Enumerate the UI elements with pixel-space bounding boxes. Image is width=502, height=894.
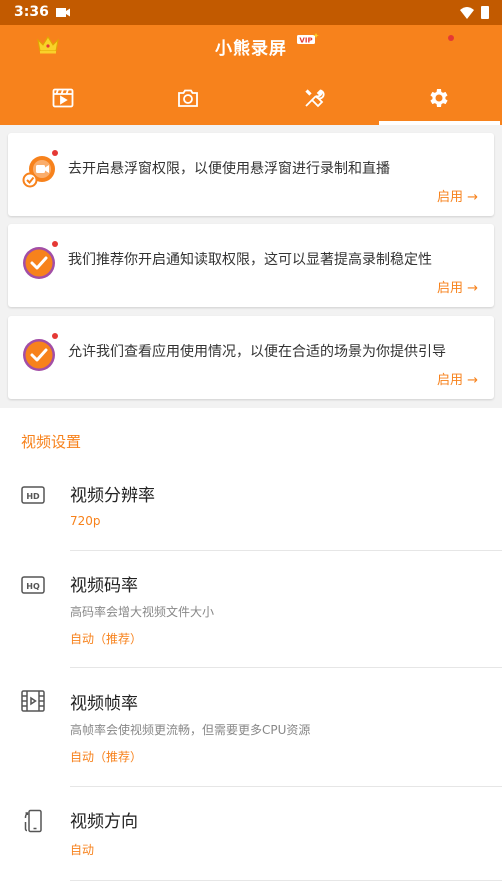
permission-card-floating-window[interactable]: 去开启悬浮窗权限，以便使用悬浮窗进行录制和直播 启用 → xyxy=(8,133,494,216)
svg-text:VIP: VIP xyxy=(299,37,312,45)
setting-description: 高码率会增大视频文件大小 xyxy=(70,605,215,619)
app-bar: 小熊录屏 VIP xyxy=(0,25,502,125)
tab-videos[interactable] xyxy=(0,71,126,125)
setting-value: 自动（推荐） xyxy=(70,750,143,764)
status-time: 3:36 xyxy=(14,4,49,20)
hq-icon: HQ xyxy=(21,576,45,594)
check-circle-icon xyxy=(23,339,55,371)
video-list-icon xyxy=(52,88,74,108)
screen-rotate-icon xyxy=(24,809,42,833)
setting-video-resolution[interactable]: HD 视频分辨率 720p xyxy=(0,473,502,551)
setting-name: 视频方向 xyxy=(70,812,138,832)
gear-icon xyxy=(430,89,448,107)
battery-icon xyxy=(481,6,489,19)
notification-dot xyxy=(52,241,58,247)
permission-card-usage-access[interactable]: 允许我们查看应用使用情况，以便在合适的场景为你提供引导 启用 → xyxy=(8,316,494,399)
camera-icon xyxy=(178,89,199,107)
tab-bar xyxy=(0,71,502,125)
app-title: 小熊录屏 xyxy=(215,39,287,59)
screen-record-icon xyxy=(56,8,70,17)
enable-button[interactable]: 启用 → xyxy=(437,369,478,388)
floating-window-icon xyxy=(22,156,55,188)
setting-description: 高帧率会使视频更流畅，但需要更多CPU资源 xyxy=(70,723,311,737)
video-settings-section: 视频设置 HD 视频分辨率 720p HQ 视频码率 高码率会增大视频文件大小 … xyxy=(0,408,502,894)
svg-text:HQ: HQ xyxy=(26,582,40,591)
check-circle-icon xyxy=(23,247,55,279)
setting-video-orientation[interactable]: 视频方向 自动 xyxy=(0,787,502,894)
divider xyxy=(70,667,502,668)
setting-video-framerate[interactable]: 视频帧率 高帧率会使视频更流畅，但需要更多CPU资源 自动（推荐） xyxy=(0,669,502,787)
wifi-icon xyxy=(460,7,474,19)
divider xyxy=(70,880,502,881)
status-bar: 3:36 xyxy=(0,0,502,25)
settings-notification-dot xyxy=(448,35,454,41)
vip-badge[interactable]: VIP xyxy=(297,33,319,45)
tab-settings[interactable] xyxy=(377,71,502,125)
setting-value: 自动（推荐） xyxy=(70,632,143,646)
tab-screenshots[interactable] xyxy=(126,71,252,125)
enable-button[interactable]: 启用 → xyxy=(437,277,478,296)
setting-value: 自动 xyxy=(70,843,95,857)
tools-icon xyxy=(305,89,325,108)
permission-text: 去开启悬浮窗权限，以便使用悬浮窗进行录制和直播 xyxy=(68,161,390,177)
notification-dot xyxy=(52,150,58,156)
setting-name: 视频码率 xyxy=(70,576,138,596)
film-icon xyxy=(21,690,45,712)
setting-value: 720p xyxy=(70,514,101,528)
permission-card-notification[interactable]: 我们推荐你开启通知读取权限，这可以显著提高录制稳定性 启用 → xyxy=(8,224,494,307)
svg-text:HD: HD xyxy=(26,492,40,501)
section-title: 视频设置 xyxy=(21,433,82,451)
hd-icon: HD xyxy=(21,486,45,504)
tab-tools[interactable] xyxy=(251,71,377,125)
enable-button[interactable]: 启用 → xyxy=(437,186,478,205)
setting-name: 视频分辨率 xyxy=(70,486,155,506)
setting-video-bitrate[interactable]: HQ 视频码率 高码率会增大视频文件大小 自动（推荐） xyxy=(0,551,502,669)
permission-text: 我们推荐你开启通知读取权限，这可以显著提高录制稳定性 xyxy=(68,252,432,268)
permission-text: 允许我们查看应用使用情况，以便在合适的场景为你提供引导 xyxy=(68,344,446,360)
notification-dot xyxy=(52,333,58,339)
setting-name: 视频帧率 xyxy=(70,694,138,714)
